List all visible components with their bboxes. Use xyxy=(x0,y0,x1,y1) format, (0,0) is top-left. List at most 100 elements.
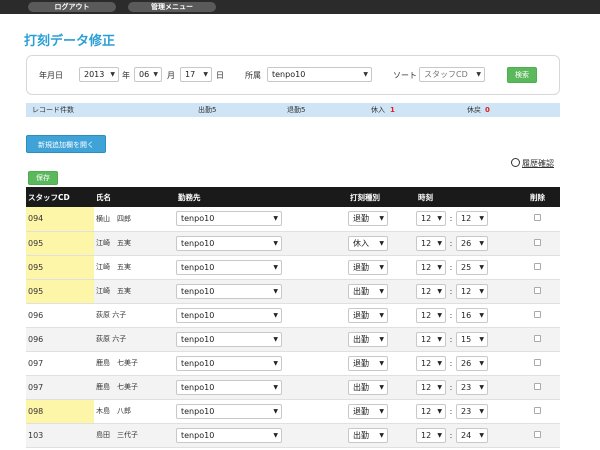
workplace-cell: tenpo10 ▼ xyxy=(176,399,348,423)
table-row: 096 荻原 六子 tenpo10 ▼ 退勤 ▼ 12 ▼:16 ▼ xyxy=(26,303,560,327)
workplace-select[interactable]: tenpo10 ▼ xyxy=(176,235,282,251)
hour-select[interactable]: 12 ▼ xyxy=(416,379,446,395)
punch-type-select[interactable]: 退勤 ▼ xyxy=(348,307,388,323)
delete-cell xyxy=(528,279,560,303)
punch-type-cell: 退勤 ▼ xyxy=(348,399,416,423)
punch-type-select[interactable]: 出勤 ▼ xyxy=(348,427,388,443)
workplace-select[interactable]: tenpo10 ▼ xyxy=(176,307,282,323)
hour-select[interactable]: 12 ▼ xyxy=(416,331,446,347)
chevron-down-icon: ▼ xyxy=(273,287,278,295)
minute-select[interactable]: 15 ▼ xyxy=(456,331,488,347)
chevron-down-icon: ▼ xyxy=(437,359,442,367)
save-button[interactable]: 保存 xyxy=(28,171,58,185)
hour-select[interactable]: 12 ▼ xyxy=(416,259,446,275)
staff-name-cell: 鹿島 七美子 xyxy=(96,359,138,367)
delete-cell xyxy=(528,327,560,351)
punch-type-select[interactable]: 出勤 ▼ xyxy=(348,331,388,347)
chevron-down-icon: ▼ xyxy=(273,407,278,415)
delete-checkbox[interactable] xyxy=(534,310,541,318)
minute-select[interactable]: 23 ▼ xyxy=(456,403,488,419)
hour-select[interactable]: 12 ▼ xyxy=(416,427,446,443)
delete-checkbox[interactable] xyxy=(534,382,541,390)
staff-name-cell: 島田 三代子 xyxy=(96,431,138,439)
table-row: 097 鹿島 七美子 tenpo10 ▼ 退勤 ▼ 12 ▼:26 ▼ xyxy=(26,351,560,375)
records-label: レコード件数 xyxy=(32,106,74,114)
kyuunyu-label: 休入 xyxy=(371,106,385,114)
hour-select[interactable]: 12 ▼ xyxy=(416,211,446,227)
open-new-entry-button[interactable]: 新規追加欄を開く xyxy=(26,135,106,153)
workplace-select[interactable]: tenpo10 ▼ xyxy=(176,379,282,395)
hour-select[interactable]: 12 ▼ xyxy=(416,235,446,251)
punch-type-select[interactable]: 出勤 ▼ xyxy=(348,283,388,299)
chevron-down-icon: ▼ xyxy=(273,311,278,319)
hour-select[interactable]: 12 ▼ xyxy=(416,307,446,323)
hour-select[interactable]: 12 ▼ xyxy=(416,403,446,419)
minute-select[interactable]: 12 ▼ xyxy=(456,211,488,227)
workplace-select[interactable]: tenpo10 ▼ xyxy=(176,403,282,419)
chevron-down-icon: ▼ xyxy=(437,263,442,271)
punch-type-select[interactable]: 退勤 ▼ xyxy=(348,355,388,371)
chevron-down-icon: ▼ xyxy=(273,215,278,223)
punch-type-select[interactable]: 退勤 ▼ xyxy=(348,211,388,227)
workplace-select[interactable]: tenpo10 ▼ xyxy=(176,259,282,275)
chevron-down-icon: ▼ xyxy=(153,71,158,78)
chevron-down-icon: ▼ xyxy=(379,311,384,319)
chevron-down-icon: ▼ xyxy=(437,239,442,247)
workplace-select[interactable]: tenpo10 ▼ xyxy=(176,211,282,227)
header-punch-type: 打刻種別 xyxy=(350,192,380,202)
punch-type-cell: 出勤 ▼ xyxy=(348,423,416,447)
delete-cell xyxy=(528,207,560,231)
hour-select[interactable]: 12 ▼ xyxy=(416,283,446,299)
workplace-select[interactable]: tenpo10 ▼ xyxy=(176,355,282,371)
time-separator: : xyxy=(449,310,453,320)
delete-checkbox[interactable] xyxy=(534,334,541,342)
minute-select[interactable]: 26 ▼ xyxy=(456,235,488,251)
minute-select[interactable]: 16 ▼ xyxy=(456,307,488,323)
delete-checkbox[interactable] xyxy=(534,406,541,414)
staff-code-cell: 097 xyxy=(28,358,44,368)
chevron-down-icon: ▼ xyxy=(479,383,484,391)
staff-name-cell: 江崎 五実 xyxy=(96,287,131,295)
delete-checkbox[interactable] xyxy=(534,358,541,366)
chevron-down-icon: ▼ xyxy=(379,407,384,415)
delete-checkbox[interactable] xyxy=(534,430,541,438)
workplace-select[interactable]: tenpo10 ▼ xyxy=(176,427,282,443)
workplace-cell: tenpo10 ▼ xyxy=(176,231,348,255)
chevron-down-icon: ▼ xyxy=(479,407,484,415)
minute-select[interactable]: 23 ▼ xyxy=(456,379,488,395)
chevron-down-icon: ▼ xyxy=(379,215,384,223)
search-button[interactable]: 検索 xyxy=(507,67,537,83)
sort-select[interactable]: スタッフCD ▼ xyxy=(419,67,485,82)
punch-type-cell: 退勤 ▼ xyxy=(348,351,416,375)
delete-cell xyxy=(528,231,560,255)
year-select[interactable]: 2013 ▼ xyxy=(79,67,119,82)
time-separator: : xyxy=(449,286,453,296)
admin-menu-button[interactable]: 管理メニュー xyxy=(128,2,216,12)
minute-select[interactable]: 12 ▼ xyxy=(456,283,488,299)
dept-select[interactable]: tenpo10 ▼ xyxy=(267,67,372,82)
history-link[interactable]: 履歴確認 xyxy=(511,158,554,169)
chevron-down-icon: ▼ xyxy=(273,431,278,439)
workplace-select[interactable]: tenpo10 ▼ xyxy=(176,283,282,299)
hour-select[interactable]: 12 ▼ xyxy=(416,355,446,371)
punch-type-select[interactable]: 退勤 ▼ xyxy=(348,259,388,275)
day-select[interactable]: 17 ▼ xyxy=(180,67,212,82)
workplace-select[interactable]: tenpo10 ▼ xyxy=(176,331,282,347)
punch-type-select[interactable]: 退勤 ▼ xyxy=(348,403,388,419)
delete-checkbox[interactable] xyxy=(534,262,541,270)
delete-checkbox[interactable] xyxy=(534,286,541,294)
punch-type-select[interactable]: 休入 ▼ xyxy=(348,235,388,251)
punch-type-cell: 退勤 ▼ xyxy=(348,207,416,231)
punch-type-select[interactable]: 出勤 ▼ xyxy=(348,379,388,395)
time-separator: : xyxy=(449,238,453,248)
delete-checkbox[interactable] xyxy=(534,238,541,246)
time-cell: 12 ▼:16 ▼ xyxy=(416,303,528,327)
minute-select[interactable]: 24 ▼ xyxy=(456,427,488,443)
minute-select[interactable]: 25 ▼ xyxy=(456,259,488,275)
month-select[interactable]: 06 ▼ xyxy=(134,67,162,82)
logout-button[interactable]: ログアウト xyxy=(28,2,116,12)
time-cell: 12 ▼:23 ▼ xyxy=(416,399,528,423)
minute-select[interactable]: 26 ▼ xyxy=(456,355,488,371)
delete-checkbox[interactable] xyxy=(534,214,541,222)
chevron-down-icon: ▼ xyxy=(110,71,115,78)
